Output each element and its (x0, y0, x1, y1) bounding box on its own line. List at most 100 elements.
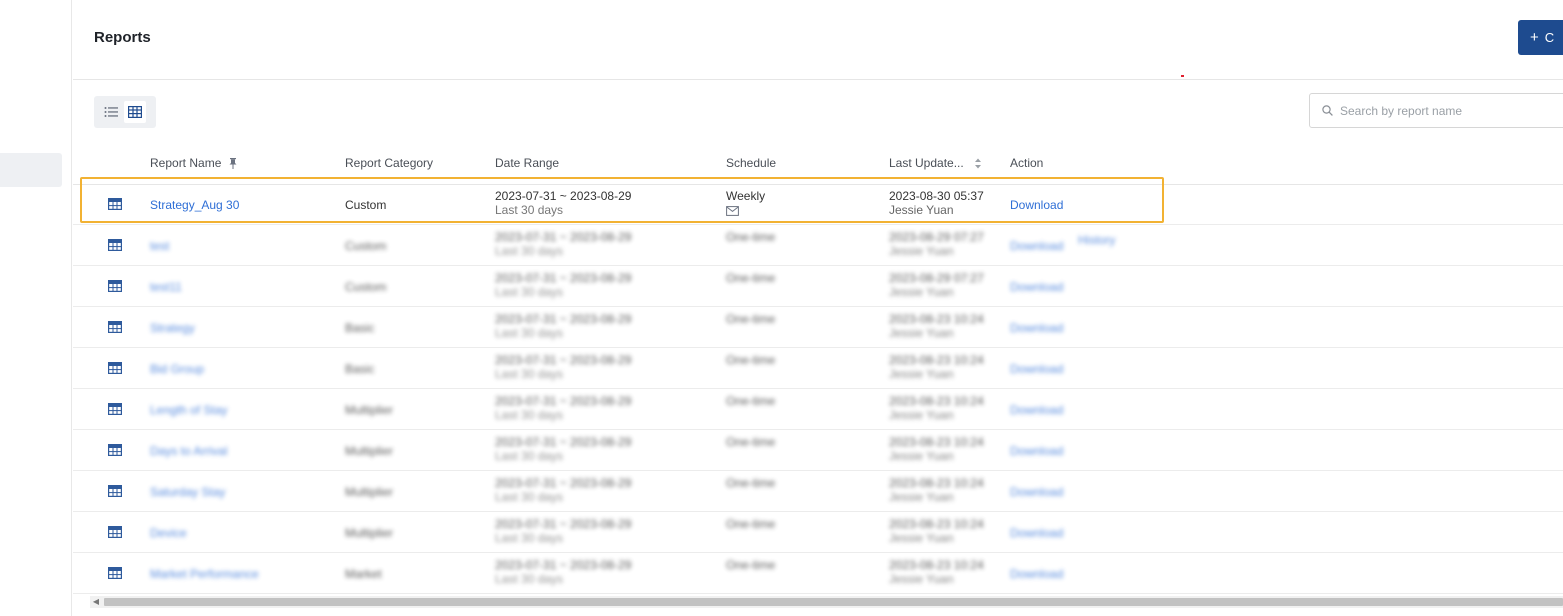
last-update-user: Jessie Yuan (889, 531, 954, 545)
search-icon (1322, 105, 1333, 116)
download-link[interactable]: Download (1010, 321, 1063, 335)
last-update-time: 2023-08-23 10:24 (889, 558, 984, 572)
schedule: One-time (726, 435, 775, 449)
date-range-label: Last 30 days (495, 408, 564, 422)
date-range: 2023-07-31 ~ 2023-08-29 Last 30 days (495, 476, 631, 504)
report-name-link[interactable]: Strategy (150, 321, 195, 335)
date-range-label: Last 30 days (495, 285, 564, 299)
download-link[interactable]: Download (1010, 362, 1063, 376)
search-input[interactable] (1340, 103, 1540, 118)
last-update-time: 2023-08-30 05:37 (889, 189, 984, 203)
date-range: 2023-07-31 ~ 2023-08-29 Last 30 days (495, 394, 631, 422)
last-update-user: Jessie Yuan (889, 326, 954, 340)
column-header-report-category[interactable]: Report Category (345, 156, 433, 170)
scrollbar-thumb[interactable] (104, 598, 1563, 606)
last-update-user: Jessie Yuan (889, 367, 954, 381)
history-link[interactable]: History (1078, 233, 1115, 247)
last-update: 2023-08-23 10:24 Jessie Yuan (889, 517, 984, 545)
table-report-icon (108, 362, 123, 377)
sort-icon[interactable] (974, 158, 982, 169)
download-link[interactable]: Download (1010, 198, 1063, 212)
report-name-link[interactable]: Device (150, 526, 187, 540)
table-row: Saturday Stay Multiplier 2023-07-31 ~ 2023… (73, 471, 1563, 512)
date-range-value: 2023-07-31 ~ 2023-08-29 (495, 230, 632, 244)
column-header-last-update[interactable]: Last Update... (889, 156, 982, 170)
date-range-label: Last 30 days (495, 490, 564, 504)
last-update: 2023-08-23 10:24 Jessie Yuan (889, 394, 984, 422)
download-link[interactable]: Download (1010, 280, 1063, 294)
last-update: 2023-08-23 10:24 Jessie Yuan (889, 558, 984, 586)
date-range-label: Last 30 days (495, 326, 564, 340)
schedule-value: One-time (726, 230, 776, 244)
red-mark (1181, 75, 1184, 77)
horizontal-scrollbar[interactable]: ◀ (90, 596, 1563, 608)
column-header-schedule[interactable]: Schedule (726, 156, 776, 170)
last-update-time: 2023-08-23 10:24 (889, 517, 984, 531)
download-link[interactable]: Download (1010, 485, 1063, 499)
schedule: One-time (726, 353, 775, 367)
report-category: Multiplier (345, 403, 394, 417)
report-category: Market (345, 567, 382, 581)
date-range: 2023-07-31 ~ 2023-08-29 Last 30 days (495, 435, 631, 463)
column-header-label: Action (1010, 156, 1044, 170)
last-update-time: 2023-08-23 10:24 (889, 353, 984, 367)
schedule-value: One-time (726, 435, 776, 449)
last-update-user: Jessie Yuan (889, 572, 954, 586)
last-update-user: Jessie Yuan (889, 408, 954, 422)
table-row: Strategy_Aug 30 Custom 2023-07-31 ~ 2023-0… (73, 184, 1563, 225)
table-view-button[interactable] (124, 101, 146, 123)
column-header-label: Report Name (150, 156, 222, 170)
last-update: 2023-08-29 07:27 Jessie Yuan (889, 230, 984, 258)
last-update-time: 2023-08-23 10:24 (889, 435, 984, 449)
table-row: Length of Stay Multiplier 2023-07-31 ~ 202… (73, 389, 1563, 430)
email-schedule-icon[interactable] (726, 205, 765, 219)
download-link[interactable]: Download (1010, 567, 1063, 581)
date-range: 2023-07-31 ~ 2023-08-29 Last 30 days (495, 271, 631, 299)
schedule: One-time (726, 312, 775, 326)
date-range-value: 2023-07-31 ~ 2023-08-29 (495, 312, 632, 326)
schedule: One-time (726, 230, 775, 244)
report-name-link[interactable]: Days to Arrival (150, 444, 227, 458)
table-row: Strategy Basic 2023-07-31 ~ 2023-08-29 Last… (73, 307, 1563, 348)
report-category: Custom (345, 239, 387, 253)
schedule-value: One-time (726, 476, 776, 490)
last-update-time: 2023-08-29 07:27 (889, 271, 984, 285)
report-name-link[interactable]: Market Performance (150, 567, 259, 581)
column-header-report-name[interactable]: Report Name (150, 156, 237, 170)
schedule: Weekly (726, 189, 765, 219)
report-name-link[interactable]: Saturday Stay (150, 485, 225, 499)
download-link[interactable]: Download (1010, 444, 1063, 458)
table-report-icon (108, 198, 123, 213)
sidebar-item-selected[interactable] (0, 153, 62, 187)
date-range: 2023-07-31 ~ 2023-08-29 Last 30 days (495, 312, 631, 340)
scroll-left-icon[interactable]: ◀ (90, 596, 102, 608)
list-view-button[interactable] (100, 101, 122, 123)
table-report-icon (108, 485, 123, 500)
schedule-value: One-time (726, 394, 776, 408)
report-category: Custom (345, 280, 387, 294)
column-header-date-range[interactable]: Date Range (495, 156, 559, 170)
download-link[interactable]: Download (1010, 239, 1063, 253)
pin-icon[interactable] (229, 157, 237, 169)
report-name-link[interactable]: Bid Group (150, 362, 204, 376)
create-report-button[interactable]: + C (1518, 20, 1563, 55)
date-range: 2023-07-31 ~ 2023-08-29 Last 30 days (495, 558, 631, 586)
schedule: One-time (726, 271, 775, 285)
report-name-link[interactable]: test11 (150, 280, 182, 294)
report-category: Basic (345, 321, 375, 335)
report-category: Multiplier (345, 444, 394, 458)
search-box (1309, 93, 1563, 128)
report-name-link[interactable]: test (150, 239, 169, 253)
schedule-value: One-time (726, 271, 776, 285)
report-name-link[interactable]: Length of Stay (150, 403, 227, 417)
last-update-time: 2023-08-23 10:24 (889, 394, 984, 408)
column-header-action: Action (1010, 156, 1043, 170)
last-update-user: Jessie Yuan (889, 203, 954, 217)
download-link[interactable]: Download (1010, 403, 1063, 417)
date-range-label: Last 30 days (495, 244, 564, 258)
report-name-link[interactable]: Strategy_Aug 30 (150, 198, 239, 212)
schedule-value: One-time (726, 353, 776, 367)
last-update: 2023-08-23 10:24 Jessie Yuan (889, 353, 984, 381)
download-link[interactable]: Download (1010, 526, 1063, 540)
schedule: One-time (726, 517, 775, 531)
